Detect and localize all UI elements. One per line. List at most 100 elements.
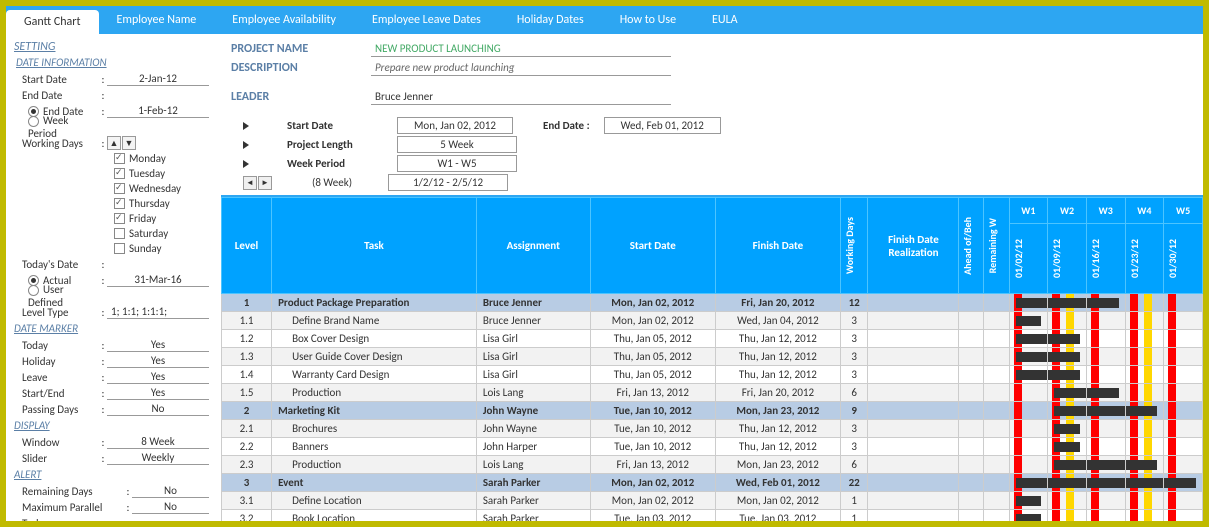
gantt-grid[interactable]: Level Task Assignment Start Date Finish … (221, 195, 1203, 521)
main-panel: PROJECT NAMENEW PRODUCT LAUNCHING DESCRI… (221, 34, 1203, 521)
table-row[interactable]: 3EventSarah ParkerMon, Jan 02, 2012Wed, … (222, 474, 1203, 492)
gantt-cell (1086, 312, 1125, 330)
today-input[interactable]: 31-Mar-16 (107, 273, 209, 287)
tab-eula[interactable]: EULA (694, 6, 756, 34)
marker-today-input[interactable]: Yes (107, 338, 209, 352)
gantt-cell (1086, 438, 1125, 456)
maxparallel-input[interactable]: No (132, 500, 209, 514)
radio-weekperiod[interactable] (28, 116, 39, 127)
gantt-cell (1009, 456, 1048, 474)
gantt-cell (1048, 348, 1087, 366)
desc-value[interactable]: Prepare new product launching (371, 60, 671, 76)
startdate-input[interactable]: 2-Jan-12 (107, 72, 209, 86)
gantt-cell (1164, 294, 1203, 312)
proj-name-label: PROJECT NAME (231, 42, 371, 56)
tab-emp-leave[interactable]: Employee Leave Dates (354, 6, 499, 34)
table-row[interactable]: 3.2Book LocationSarah ParkerTue, Jan 03,… (222, 510, 1203, 522)
check-thursday[interactable] (114, 198, 125, 209)
gantt-cell (1048, 474, 1087, 492)
leveltype-input[interactable]: 1; 1:1; 1:1:1; (107, 305, 209, 319)
dateinfo-header: DATE INFORMATION (16, 56, 213, 69)
wd-up-button[interactable]: ▲ (107, 136, 121, 150)
gantt-cell (1048, 384, 1087, 402)
table-row[interactable]: 1.1Define Brand NameBruce JennerMon, Jan… (222, 312, 1203, 330)
col-task[interactable]: Task (272, 198, 477, 294)
scroll-buttons[interactable]: ◄► (243, 176, 272, 190)
wd-friday: Friday (129, 212, 156, 225)
marker-holiday-input[interactable]: Yes (107, 354, 209, 368)
remaining-input[interactable]: No (132, 484, 209, 498)
table-row[interactable]: 2Marketing KitJohn WayneTue, Jan 10, 201… (222, 402, 1203, 420)
gantt-cell (1086, 348, 1125, 366)
leader-value[interactable]: Bruce Jenner (371, 89, 671, 105)
tab-emp-name[interactable]: Employee Name (99, 6, 215, 34)
col-ahead[interactable]: Ahead of/Beh (959, 198, 984, 294)
table-row[interactable]: 2.2BannersJohn HarperTue, Jan 10, 2012Th… (222, 438, 1203, 456)
marker-passing-input[interactable]: No (107, 402, 209, 416)
gantt-cell (1164, 366, 1203, 384)
project-info: PROJECT NAMENEW PRODUCT LAUNCHING DESCRI… (221, 34, 1203, 195)
marker-startend-input[interactable]: Yes (107, 386, 209, 400)
table-row[interactable]: 1Product Package PreparationBruce Jenner… (222, 294, 1203, 312)
gantt-cell (1009, 474, 1048, 492)
col-w5[interactable]: W5 (1164, 198, 1203, 224)
scroll-left-icon[interactable]: ◄ (243, 176, 257, 190)
check-saturday[interactable] (114, 228, 125, 239)
gantt-cell (1164, 402, 1203, 420)
tab-howto[interactable]: How to Use (602, 6, 694, 34)
table-row[interactable]: 1.3User Guide Cover DesignLisa GirlThu, … (222, 348, 1203, 366)
check-friday[interactable] (114, 213, 125, 224)
col-remaining[interactable]: Remaining W (984, 198, 1009, 294)
check-wednesday[interactable] (114, 183, 125, 194)
col-w2[interactable]: W2 (1048, 198, 1087, 224)
wd-down-button[interactable]: ▼ (122, 136, 136, 150)
tab-gantt[interactable]: Gantt Chart (6, 10, 99, 34)
gantt-cell (1164, 384, 1203, 402)
col-level[interactable]: Level (222, 198, 272, 294)
check-tuesday[interactable] (114, 168, 125, 179)
col-w3[interactable]: W3 (1086, 198, 1125, 224)
col-finishdate[interactable]: Finish Date (715, 198, 840, 294)
check-monday[interactable] (114, 153, 125, 164)
table-row[interactable]: 2.1BrochuresJohn WayneTue, Jan 10, 2012T… (222, 420, 1203, 438)
slider-input[interactable]: Weekly (107, 451, 209, 465)
gantt-cell (1164, 510, 1203, 522)
wd-tuesday: Tuesday (129, 167, 165, 180)
info-enddate: Wed, Feb 01, 2012 (604, 117, 721, 134)
gantt-cell (1048, 312, 1087, 330)
marker-leave-input[interactable]: Yes (107, 370, 209, 384)
gantt-cell (1009, 492, 1048, 510)
scroll-right-icon[interactable]: ► (258, 176, 272, 190)
gantt-cell (1009, 330, 1048, 348)
table-row[interactable]: 2.3ProductionLois LangFri, Jan 13, 2012M… (222, 456, 1203, 474)
table-row[interactable]: 1.2Box Cover DesignLisa GirlThu, Jan 05,… (222, 330, 1203, 348)
col-assignment[interactable]: Assignment (476, 198, 590, 294)
gantt-cell (1125, 294, 1164, 312)
gantt-cell (1048, 492, 1087, 510)
gantt-cell (1086, 330, 1125, 348)
proj-name-value[interactable]: NEW PRODUCT LAUNCHING (371, 41, 671, 57)
gantt-cell (1009, 366, 1048, 384)
leveltype-label: Level Type (14, 306, 99, 319)
alert-header: ALERT (14, 468, 213, 481)
window-input[interactable]: 8 Week (107, 435, 209, 449)
col-startdate[interactable]: Start Date (590, 198, 715, 294)
gantt-cell (1125, 384, 1164, 402)
gantt-cell (1048, 402, 1087, 420)
enddate-input[interactable]: 1-Feb-12 (107, 104, 209, 118)
table-row[interactable]: 1.4Warranty Card DesignLisa GirlThu, Jan… (222, 366, 1203, 384)
table-row[interactable]: 3.1Define LocationSarah ParkerMon, Jan 0… (222, 492, 1203, 510)
col-realization[interactable]: Finish Date Realization (868, 198, 959, 294)
check-sunday[interactable] (114, 243, 125, 254)
todaysdate-label: Today's Date (14, 258, 99, 271)
tab-emp-avail[interactable]: Employee Availability (214, 6, 354, 34)
gantt-cell (1164, 474, 1203, 492)
gantt-cell (1086, 456, 1125, 474)
col-w4[interactable]: W4 (1125, 198, 1164, 224)
tab-holiday[interactable]: Holiday Dates (499, 6, 602, 34)
col-w1[interactable]: W1 (1009, 198, 1048, 224)
table-row[interactable]: 1.5ProductionLois LangFri, Jan 13, 2012F… (222, 384, 1203, 402)
radio-userdef[interactable] (28, 285, 39, 296)
col-workingdays[interactable]: Working Days (840, 198, 867, 294)
gantt-cell (1086, 474, 1125, 492)
